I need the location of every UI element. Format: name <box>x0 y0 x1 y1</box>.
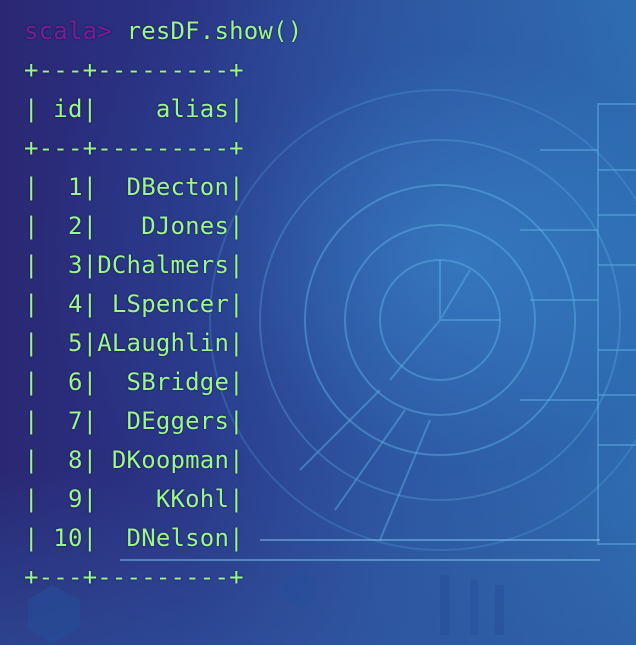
table-row: | 6| SBridge| <box>24 368 244 396</box>
table-row: | 1| DBecton| <box>24 173 244 201</box>
table-border-bottom: +---+---------+ <box>24 563 244 591</box>
table-row: | 5|ALaughlin| <box>24 329 244 357</box>
table-row: | 2| DJones| <box>24 212 244 240</box>
table-row: | 7| DEggers| <box>24 407 244 435</box>
table-row: | 9| KKohl| <box>24 485 244 513</box>
command-line: scala> resDF.show() <box>24 16 302 46</box>
table-header-row: | id| alias| <box>24 95 244 123</box>
table-row: | 10| DNelson| <box>24 524 244 552</box>
table-row: | 3|DChalmers| <box>24 251 244 279</box>
terminal-output: scala> resDF.show() +---+---------+ | id… <box>0 0 636 645</box>
table-header-separator: +---+---------+ <box>24 134 244 162</box>
command-text: resDF.show() <box>126 17 303 45</box>
table-row: | 8| DKoopman| <box>24 446 244 474</box>
table-border-top: +---+---------+ <box>24 56 244 84</box>
table-row: | 4| LSpencer| <box>24 290 244 318</box>
prompt-text: scala> <box>24 17 112 45</box>
